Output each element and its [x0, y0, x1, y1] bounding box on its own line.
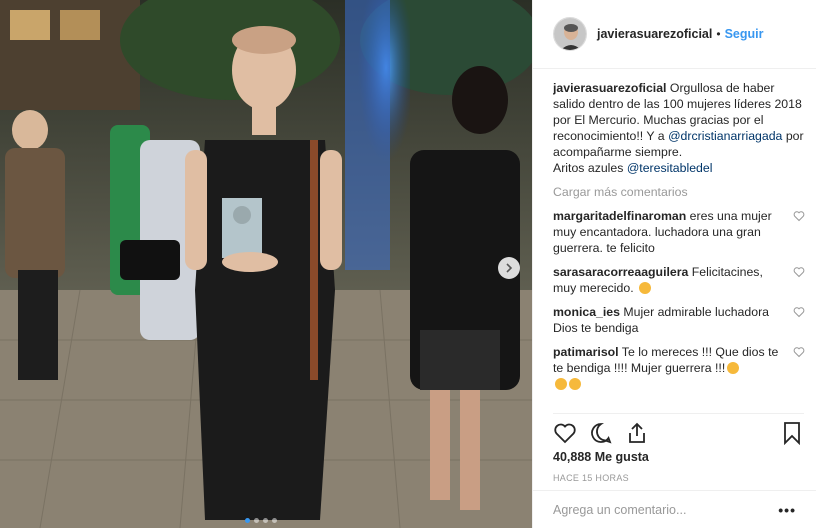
comment-input[interactable]: [553, 502, 779, 517]
carousel-dot: [272, 518, 277, 523]
header-username[interactable]: javierasuarezoficial: [597, 27, 712, 41]
comment-username[interactable]: sarasaracorreaaguilera: [553, 265, 688, 279]
comment-icon[interactable]: [589, 421, 613, 445]
clap-emoji-icon: [569, 378, 581, 390]
post-actions: [553, 413, 804, 447]
more-options-button[interactable]: •••: [778, 502, 796, 518]
post-photo[interactable]: [0, 0, 532, 528]
heart-icon[interactable]: [793, 266, 805, 278]
heart-icon[interactable]: [793, 346, 805, 358]
load-more-comments[interactable]: Cargar más comentarios: [553, 184, 805, 200]
add-comment-bar: •••: [533, 490, 816, 528]
heart-icon[interactable]: [793, 306, 805, 318]
post-side-panel: javierasuarezoficial • Seguir javierasua…: [532, 0, 816, 528]
caption-mention-1[interactable]: @drcristianarriagada: [668, 129, 782, 143]
emoji-icon: [639, 282, 652, 294]
post-timestamp: HACE 15 HORAS: [553, 473, 629, 483]
comment-item: margaritadelfinaroman eres una mujer muy…: [553, 208, 805, 256]
comment-item: patimarisol Te lo mereces !!! Que dios t…: [553, 344, 805, 392]
heart-icon[interactable]: [793, 210, 805, 222]
post-caption: javierasuarezoficial Orgullosa de haber …: [553, 80, 805, 176]
clap-emoji-icon: [555, 378, 567, 390]
comments-list[interactable]: javierasuarezoficial Orgullosa de haber …: [553, 80, 805, 410]
post-header: javierasuarezoficial • Seguir: [533, 0, 816, 69]
likes-count[interactable]: 40,888 Me gusta: [553, 450, 649, 464]
share-icon[interactable]: [625, 421, 649, 445]
comment-item: sarasaracorreaaguilera Felicitacines, mu…: [553, 264, 805, 296]
follow-button[interactable]: Seguir: [725, 27, 764, 41]
caption-text-3: Aritos azules: [553, 161, 627, 175]
bookmark-icon[interactable]: [780, 421, 804, 445]
carousel-indicator: [245, 518, 277, 523]
comment-username[interactable]: margaritadelfinaroman: [553, 209, 686, 223]
chevron-right-icon: [506, 263, 513, 273]
post-image: [0, 0, 532, 528]
comment-item: monica_ies Mujer admirable luchadora Dio…: [553, 304, 805, 336]
caption-username[interactable]: javierasuarezoficial: [553, 81, 666, 95]
heart-icon[interactable]: [553, 421, 577, 445]
carousel-dot: [263, 518, 268, 523]
caption-mention-2[interactable]: @teresitabledel: [627, 161, 713, 175]
comment-username[interactable]: monica_ies: [553, 305, 620, 319]
carousel-next-button[interactable]: [498, 257, 520, 279]
clap-emoji-icon: [727, 362, 740, 374]
comment-username[interactable]: patimarisol: [553, 345, 619, 359]
carousel-dot: [254, 518, 259, 523]
separator-dot: •: [716, 27, 721, 41]
avatar[interactable]: [553, 17, 587, 51]
avatar-image: [554, 18, 586, 50]
carousel-dot: [245, 518, 250, 523]
